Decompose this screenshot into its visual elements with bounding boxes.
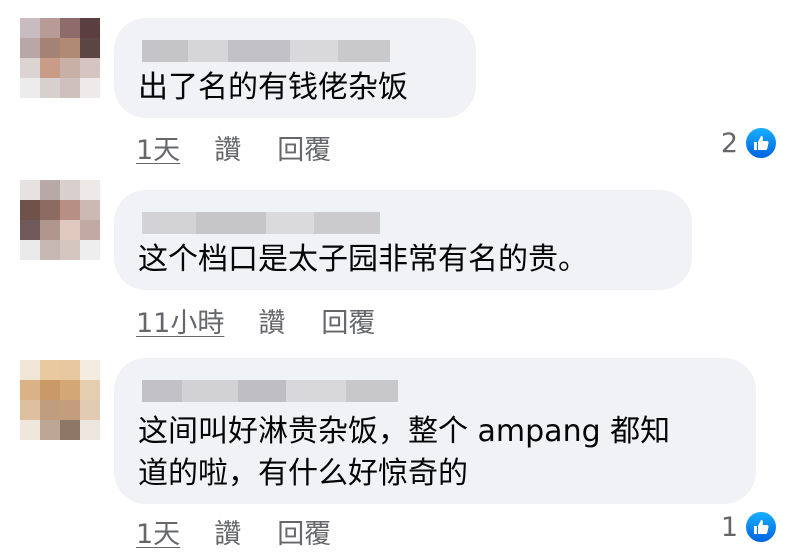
avatar-pixel — [40, 180, 60, 200]
avatar-pixel — [20, 240, 40, 260]
name-pixel — [346, 380, 398, 402]
name-pixel — [314, 212, 380, 234]
comment-text: 这个档口是太子园非常有名的贵。 — [138, 242, 588, 277]
avatar-pixel — [40, 18, 60, 38]
comment-text-line-2: 道的啦，有什么好惊奇的 — [138, 456, 468, 491]
avatar-pixel — [40, 58, 60, 78]
avatar-pixel — [60, 220, 80, 240]
avatar-pixel — [80, 360, 100, 380]
comment-actions: 11小時 讚 回覆 — [136, 301, 375, 340]
timestamp-link[interactable]: 1天 — [136, 512, 180, 551]
avatar-pixel — [60, 360, 80, 380]
avatar-pixel — [20, 18, 40, 38]
avatar-pixel — [60, 78, 80, 98]
thumbs-up-icon — [744, 510, 778, 544]
reaction-summary[interactable]: 2 — [721, 126, 778, 160]
name-pixel — [182, 380, 238, 402]
avatar-pixel — [40, 220, 60, 240]
avatar-pixel — [60, 38, 80, 58]
avatar-pixel — [80, 220, 100, 240]
name-pixel — [290, 40, 338, 62]
like-button[interactable]: 讚 — [214, 128, 241, 167]
avatar-pixel — [80, 38, 100, 58]
name-pixel — [142, 212, 196, 234]
avatar-pixel — [60, 240, 80, 260]
avatar-pixel — [80, 400, 100, 420]
avatar-pixel — [80, 200, 100, 220]
avatar-pixel — [60, 200, 80, 220]
avatar[interactable] — [20, 18, 100, 98]
avatar[interactable] — [20, 180, 100, 260]
comment-actions: 1天 讚 回覆 — [136, 128, 331, 167]
name-pixel — [142, 380, 182, 402]
avatar-pixel — [60, 400, 80, 420]
name-pixel — [196, 212, 266, 234]
like-button[interactable]: 讚 — [258, 301, 285, 340]
avatar-pixel — [40, 38, 60, 58]
avatar-pixel — [60, 380, 80, 400]
avatar-pixel — [20, 400, 40, 420]
avatar-pixel — [20, 200, 40, 220]
reaction-count: 1 — [720, 511, 738, 543]
avatar-pixel — [20, 38, 40, 58]
commenter-name-blurred[interactable] — [142, 212, 380, 234]
comment-text-line-1: 这间叫好淋贵杂饭，整个 ampang 都知 — [138, 414, 671, 449]
avatar-pixel — [40, 360, 60, 380]
comment-bubble: 出了名的有钱佬杂饭 — [114, 18, 476, 118]
name-pixel — [142, 40, 188, 62]
avatar-pixel — [80, 58, 100, 78]
reply-button[interactable]: 回覆 — [321, 301, 375, 340]
reply-button[interactable]: 回覆 — [277, 128, 331, 167]
avatar-pixel — [80, 18, 100, 38]
like-button[interactable]: 讚 — [214, 512, 241, 551]
thumbs-up-icon — [744, 126, 778, 160]
name-pixel — [238, 380, 286, 402]
avatar-pixel — [60, 18, 80, 38]
avatar-pixel — [20, 420, 40, 440]
avatar-pixel — [20, 360, 40, 380]
commenter-name-blurred[interactable] — [142, 40, 390, 62]
avatar-pixel — [20, 58, 40, 78]
reply-button[interactable]: 回覆 — [277, 512, 331, 551]
avatar-pixel — [40, 200, 60, 220]
name-pixel — [188, 40, 228, 62]
comment-text: 出了名的有钱佬杂饭 — [138, 70, 408, 105]
avatar-pixel — [60, 58, 80, 78]
avatar-pixel — [80, 380, 100, 400]
name-pixel — [286, 380, 346, 402]
comment-bubble: 这个档口是太子园非常有名的贵。 — [114, 190, 692, 290]
reaction-summary[interactable]: 1 — [721, 510, 778, 544]
commenter-name-blurred[interactable] — [142, 380, 398, 402]
reaction-count: 2 — [720, 127, 738, 159]
avatar-pixel — [40, 400, 60, 420]
avatar-pixel — [20, 180, 40, 200]
name-pixel — [338, 40, 390, 62]
avatar[interactable] — [20, 360, 100, 440]
timestamp-link[interactable]: 11小時 — [136, 301, 224, 340]
avatar-pixel — [80, 180, 100, 200]
avatar-pixel — [60, 420, 80, 440]
comment-actions: 1天 讚 回覆 — [136, 512, 331, 551]
avatar-pixel — [20, 380, 40, 400]
timestamp-link[interactable]: 1天 — [136, 128, 180, 167]
avatar-pixel — [20, 78, 40, 98]
comment-bubble: 这间叫好淋贵杂饭，整个 ampang 都知 道的啦，有什么好惊奇的 — [114, 358, 756, 504]
avatar-pixel — [60, 180, 80, 200]
avatar-pixel — [20, 220, 40, 240]
name-pixel — [228, 40, 290, 62]
name-pixel — [266, 212, 314, 234]
avatar-pixel — [80, 420, 100, 440]
avatar-pixel — [40, 380, 60, 400]
avatar-pixel — [40, 78, 60, 98]
avatar-pixel — [80, 240, 100, 260]
avatar-pixel — [40, 240, 60, 260]
avatar-pixel — [80, 78, 100, 98]
avatar-pixel — [40, 420, 60, 440]
